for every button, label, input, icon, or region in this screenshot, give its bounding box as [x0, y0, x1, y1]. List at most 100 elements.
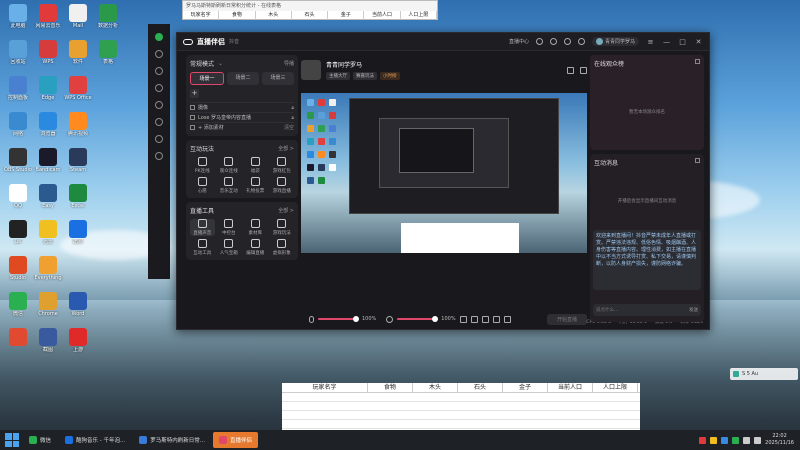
tools-item[interactable]: 中控台	[217, 219, 242, 236]
windows-start-icon[interactable]	[5, 433, 19, 447]
desktop-icon[interactable]: QQ	[2, 184, 34, 215]
tab-scene[interactable]: 场景二	[227, 72, 259, 85]
interactive-item[interactable]: 音乐互动	[217, 177, 242, 194]
sheet-header-cell[interactable]: 木头	[413, 383, 458, 392]
sheet-row[interactable]	[282, 393, 640, 402]
stream-tag[interactable]: 主播大厅	[326, 72, 350, 80]
fullscreen-icon[interactable]	[580, 66, 587, 74]
sheet-header-cell[interactable]: 食物	[219, 11, 256, 20]
desktop-icon[interactable]: 回收站	[2, 40, 34, 71]
strip-icon[interactable]	[155, 118, 163, 126]
desktop-icon[interactable]: Bandicam	[32, 148, 64, 179]
mail-icon[interactable]	[563, 38, 571, 45]
strip-icon[interactable]	[155, 67, 163, 75]
tools-item[interactable]: 游戏玩法	[270, 219, 295, 236]
desktop-icon[interactable]: 微信	[2, 292, 34, 323]
desktop-icon[interactable]: Excel	[62, 184, 94, 215]
sheet-header-cell[interactable]: 当前人口	[548, 383, 593, 392]
desktop-icon[interactable]: WPS Office	[62, 76, 94, 107]
send-button[interactable]: 发送	[689, 307, 698, 313]
strip-icon[interactable]	[155, 84, 163, 92]
popout-icon[interactable]	[695, 59, 700, 64]
sheet-row[interactable]	[282, 411, 640, 420]
stream-tag[interactable]: 小时榜	[380, 72, 400, 80]
user-profile[interactable]: 青青同学罗马	[591, 37, 639, 46]
desktop-icon[interactable]: Easy	[32, 184, 64, 215]
tab-scene[interactable]: 场景一	[190, 72, 224, 85]
interactive-item[interactable]: 观众连线	[217, 157, 242, 174]
stream-preview[interactable]	[301, 93, 587, 253]
taskbar-item[interactable]: 酷狗音乐 - 千年泡...	[59, 432, 131, 448]
tools-item[interactable]: 互动工具	[190, 239, 215, 256]
sheet-row[interactable]	[282, 420, 640, 429]
desktop-icon[interactable]: Studio	[2, 256, 34, 287]
interactive-item[interactable]: 心愿	[190, 177, 215, 194]
interactive-item[interactable]: 游戏红包	[270, 157, 295, 174]
desktop-icon[interactable]: Steam	[62, 148, 94, 179]
gift-icon[interactable]	[535, 38, 543, 45]
lock-icon[interactable]: 🔒︎	[291, 105, 294, 111]
desktop-icon[interactable]: 网络	[2, 112, 34, 143]
source-item[interactable]: Lose 罗马皇帝内容直播 🔒︎	[190, 112, 294, 122]
strip-icon[interactable]	[155, 152, 163, 160]
desktop-icon[interactable]: 浏览器	[32, 112, 64, 143]
mode-select[interactable]: 常规模式	[190, 59, 214, 68]
tools-item[interactable]: 编辑直播	[243, 239, 268, 256]
taskbar-item[interactable]: 直播伴侣	[213, 432, 259, 448]
tray-app-icon[interactable]	[732, 436, 740, 444]
strip-icon[interactable]	[155, 101, 163, 109]
sheet-header-cell[interactable]: 石头	[458, 383, 503, 392]
desktop-icon[interactable]: WPS	[32, 40, 64, 71]
interactive-item[interactable]: 礼物投票	[243, 177, 268, 194]
desktop-icon[interactable]: 腾讯视频	[62, 112, 94, 143]
network-icon[interactable]	[743, 436, 751, 444]
taskbar-item[interactable]: 罗马斯特内刷新日常...	[133, 432, 211, 448]
guide-button[interactable]: 导播	[284, 60, 294, 67]
desktop-icon[interactable]: 软件	[62, 40, 94, 71]
desktop-icon[interactable]: Word	[62, 292, 94, 323]
tray-app-icon[interactable]	[699, 436, 707, 444]
popout-icon[interactable]	[695, 158, 700, 163]
maximize-icon[interactable]: □	[678, 38, 687, 46]
interactive-more-link[interactable]: 全部 >	[278, 145, 294, 152]
chat-input[interactable]: 说点什么... 发送	[593, 304, 701, 316]
sheet-header-cell[interactable]: 人口上限	[593, 383, 638, 392]
volume-icon[interactable]	[754, 436, 762, 444]
tools-item[interactable]: 虚拟形象	[270, 239, 295, 256]
stream-tag[interactable]: 赛嘉玩法	[353, 72, 377, 80]
desktop-icon[interactable]: 表格	[92, 40, 124, 71]
clear-button[interactable]: 清空	[284, 124, 294, 131]
sheet-header-cell[interactable]: 当前人口	[364, 11, 401, 20]
help-icon[interactable]	[549, 38, 557, 45]
close-icon[interactable]: ✕	[694, 38, 703, 46]
strip-icon[interactable]	[155, 135, 163, 143]
source-item[interactable]: 摄像 🔒︎	[190, 102, 294, 112]
live-center-link[interactable]: 直播中心	[509, 38, 529, 45]
sheet-header-cell[interactable]: 玩家名字	[183, 11, 220, 20]
menu-icon[interactable]: ≡	[646, 38, 655, 46]
desktop-icon[interactable]: LW	[2, 220, 34, 251]
tray-popup[interactable]: S 5 Au	[730, 368, 798, 380]
tools-item[interactable]: 人气宝箱	[217, 239, 242, 256]
tab-scene[interactable]: 场景三	[262, 72, 294, 85]
desktop-icon[interactable]: 上游	[62, 328, 94, 359]
layout-icon[interactable]	[567, 66, 574, 74]
tools-item[interactable]: 直播声音	[190, 219, 215, 236]
sheet-header-cell[interactable]: 玩家名字	[282, 383, 368, 392]
desktop-icon[interactable]: Everything	[32, 256, 64, 287]
add-scene-button[interactable]: +	[190, 89, 199, 98]
desktop-icon[interactable]	[2, 328, 34, 359]
clock[interactable]: 22:02 2025/11/16	[765, 433, 794, 447]
tools-more-link[interactable]: 全部 >	[278, 207, 294, 214]
desktop-icon[interactable]: 酷狗	[62, 220, 94, 251]
strip-icon[interactable]	[155, 50, 163, 58]
desktop-icon[interactable]: 数据分析	[92, 4, 124, 35]
sheet-header-cell[interactable]: 食物	[368, 383, 413, 392]
settings-icon[interactable]	[577, 38, 585, 45]
desktop-icon[interactable]: 网易云音乐	[32, 4, 64, 35]
desktop-icon[interactable]: 此电脑	[2, 4, 34, 35]
tray-app-icon[interactable]	[710, 436, 718, 444]
sheet-header-cell[interactable]: 木头	[256, 11, 292, 20]
interactive-item[interactable]: PK连线	[190, 157, 215, 174]
desktop-icon[interactable]: Chrome	[32, 292, 64, 323]
